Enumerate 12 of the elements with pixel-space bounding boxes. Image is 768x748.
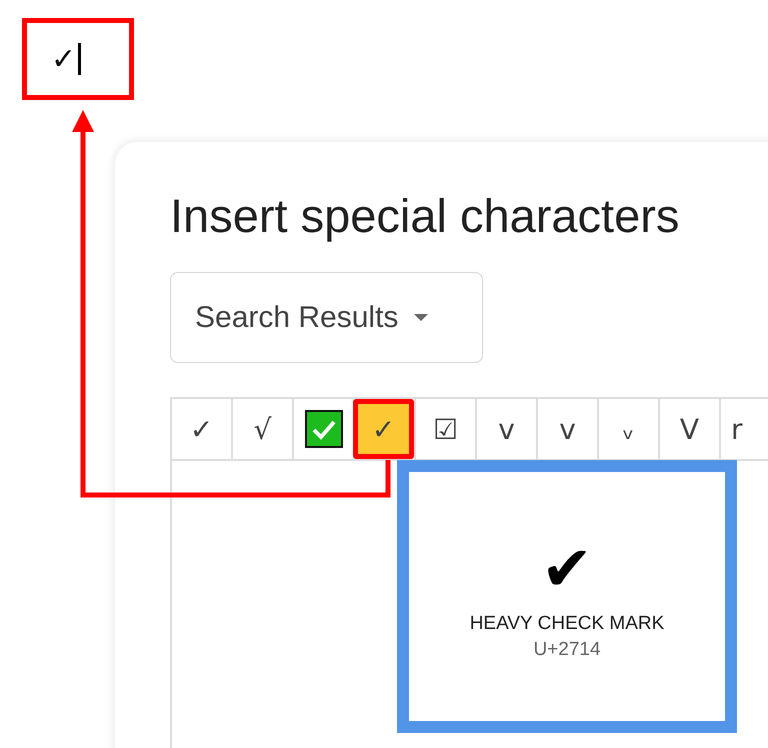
character-cell[interactable]: √ xyxy=(231,399,292,459)
preview-character: ✔ xyxy=(541,532,593,604)
dialog-title: Insert special characters xyxy=(170,188,680,244)
output-text: ✓ xyxy=(51,42,76,76)
category-dropdown[interactable]: Search Results xyxy=(170,272,483,363)
text-cursor xyxy=(78,43,82,75)
character-code: U+2714 xyxy=(533,638,601,660)
check-box-icon xyxy=(304,410,342,448)
character-cell[interactable]: ✓ xyxy=(170,399,231,459)
caret-icon xyxy=(414,314,428,321)
character-name: HEAVY CHECK MARK xyxy=(470,612,664,634)
character-cell[interactable]: ✓ xyxy=(353,399,414,459)
